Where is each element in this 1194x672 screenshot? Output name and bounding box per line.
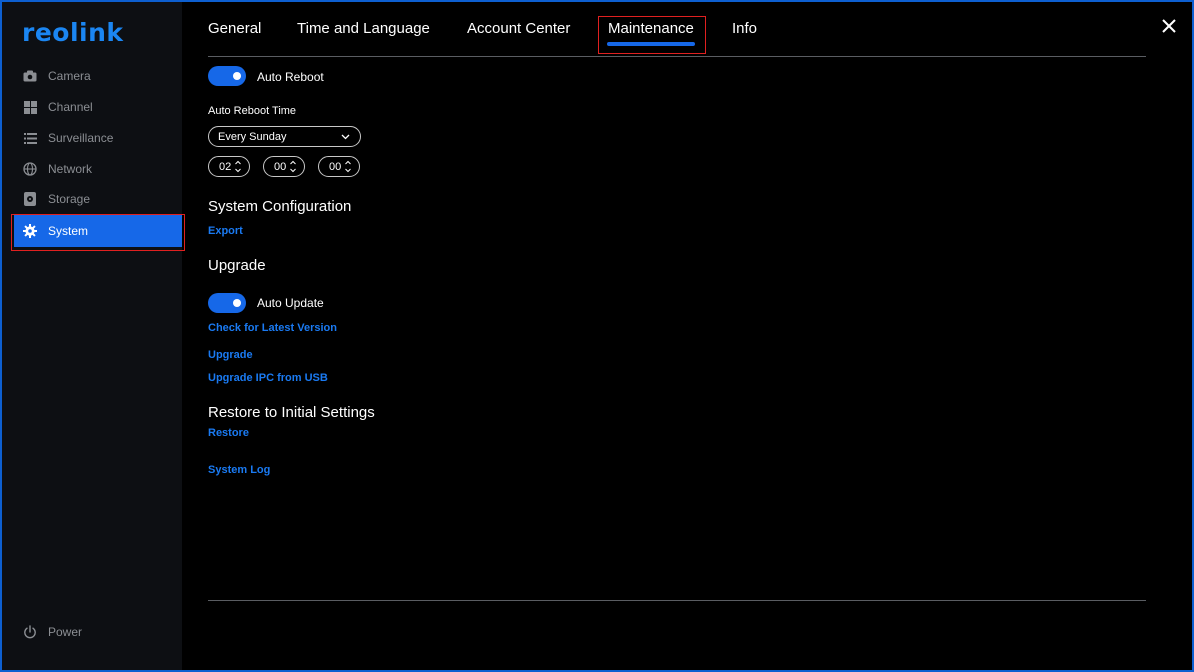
reboot-day-value: Every Sunday <box>218 130 287 143</box>
upgrade-title: Upgrade <box>208 257 266 274</box>
tab-account-center[interactable]: Account Center <box>467 20 570 37</box>
tab-info[interactable]: Info <box>732 20 757 37</box>
auto-reboot-label: Auto Reboot <box>257 70 324 84</box>
minute-stepper[interactable]: 00 <box>263 156 305 177</box>
footer-divider <box>208 600 1146 601</box>
hour-stepper[interactable]: 02 <box>208 156 250 177</box>
sidebar: reolink Camera Channel Surveillance Netw… <box>2 2 182 670</box>
second-stepper[interactable]: 00 <box>318 156 360 177</box>
auto-reboot-time-label: Auto Reboot Time <box>208 105 297 117</box>
power-button[interactable]: Power <box>14 616 182 648</box>
chevron-down-icon <box>341 134 350 140</box>
header-divider <box>208 56 1146 57</box>
restore-title: Restore to Initial Settings <box>208 404 375 421</box>
camera-icon <box>22 68 38 84</box>
sidebar-item-label: Channel <box>48 100 93 114</box>
minute-value: 00 <box>274 160 287 173</box>
sidebar-item-channel[interactable]: Channel <box>14 91 182 123</box>
restore-link[interactable]: Restore <box>208 427 249 439</box>
sidebar-item-label: Surveillance <box>48 131 114 145</box>
sidebar-item-surveillance[interactable]: Surveillance <box>14 122 182 154</box>
tab-time-and-language[interactable]: Time and Language <box>297 20 430 37</box>
power-icon <box>22 624 38 640</box>
selection-highlight <box>11 214 185 251</box>
channel-grid-icon <box>22 99 38 115</box>
system-log-link[interactable]: System Log <box>208 464 270 476</box>
power-label: Power <box>48 625 83 639</box>
up-down-arrows-icon <box>345 160 351 173</box>
second-value: 00 <box>329 160 342 173</box>
auto-update-toggle[interactable] <box>208 293 246 313</box>
reboot-day-select[interactable]: Every Sunday <box>208 126 361 147</box>
sidebar-item-camera[interactable]: Camera <box>14 60 182 92</box>
export-link[interactable]: Export <box>208 225 243 237</box>
upgrade-ipc-from-usb-link[interactable]: Upgrade IPC from USB <box>208 372 328 384</box>
up-down-arrows-icon <box>235 160 241 173</box>
hour-value: 02 <box>219 160 232 173</box>
close-button[interactable] <box>1160 17 1178 35</box>
sidebar-item-network[interactable]: Network <box>14 153 182 185</box>
globe-icon <box>22 161 38 177</box>
up-down-arrows-icon <box>290 160 296 173</box>
upgrade-link[interactable]: Upgrade <box>208 349 253 361</box>
sidebar-item-label: Camera <box>48 69 91 83</box>
storage-icon <box>22 191 38 207</box>
sidebar-item-storage[interactable]: Storage <box>14 183 182 215</box>
tab-selection-highlight <box>598 16 706 54</box>
auto-reboot-toggle[interactable] <box>208 66 246 86</box>
auto-update-label: Auto Update <box>257 296 324 310</box>
check-latest-version-link[interactable]: Check for Latest Version <box>208 322 337 334</box>
reolink-logo: reolink <box>22 18 124 47</box>
sidebar-item-label: Network <box>48 162 93 176</box>
tab-general[interactable]: General <box>208 20 261 37</box>
close-icon <box>1162 19 1176 33</box>
list-icon <box>22 130 38 146</box>
system-configuration-title: System Configuration <box>208 198 352 215</box>
sidebar-item-label: Storage <box>48 192 91 206</box>
